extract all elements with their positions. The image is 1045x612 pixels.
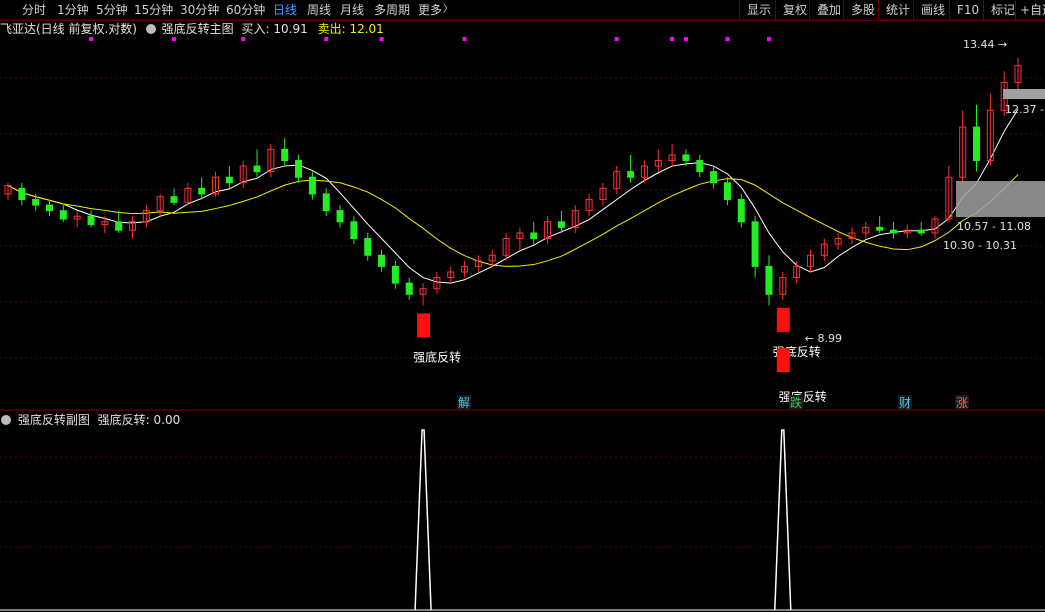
candle-body (682, 154, 690, 161)
price-box (1003, 89, 1045, 99)
candle-body (59, 210, 67, 220)
period-tab-30min[interactable]: 30分钟 (180, 1, 219, 19)
candle-body (308, 176, 316, 195)
main-kline-chart[interactable]: 强底反转强底反转强底反转← 8.9913.44 →12.37 -10.57 - … (0, 21, 1045, 411)
candle-body (198, 187, 206, 195)
period-tab-5min[interactable]: 5分钟 (96, 1, 128, 19)
candle-body (710, 171, 718, 184)
period-tab-15min[interactable]: 15分钟 (134, 1, 173, 19)
candle-body (723, 182, 731, 201)
candle-body (18, 187, 26, 201)
event-dot (766, 37, 771, 41)
candle-body (281, 148, 289, 161)
signal-bar (776, 348, 790, 372)
sub-legend: 强底反转副图 强底反转: 0.00 (0, 412, 180, 428)
ma-line-yellow (7, 174, 1019, 267)
signal-spike (414, 429, 432, 611)
event-dot (614, 37, 619, 41)
candle-body (87, 215, 95, 226)
candle-body (225, 176, 233, 184)
candle-body (530, 232, 538, 240)
candle-body (876, 226, 884, 231)
period-tab-weekly[interactable]: 周线 (307, 1, 331, 19)
signal-bar (417, 313, 431, 338)
event-dot (725, 37, 730, 41)
statistics-button[interactable]: 统计 (878, 0, 910, 20)
candle-body (364, 238, 372, 256)
price-tag: 12.37 - (1005, 103, 1044, 116)
low-price-label: ← 8.99 (805, 332, 842, 345)
candle-body (557, 221, 565, 228)
candle-body (295, 159, 303, 178)
period-tab-fenshi[interactable]: 分时 (22, 1, 46, 19)
event-badge-label: 涨 (956, 395, 968, 410)
signal-bar (776, 307, 790, 332)
add-watchlist-button[interactable]: +自选 (1015, 0, 1045, 20)
sub-value: 0.00 (153, 413, 181, 427)
candle-body (889, 229, 897, 234)
range-label: 10.30 - 10.31 (943, 239, 1017, 252)
event-dot (462, 37, 467, 41)
range-label: 10.57 - 11.08 (957, 220, 1031, 233)
period-tab-multi[interactable]: 多周期 (374, 1, 410, 19)
signal-spike (774, 429, 792, 611)
sub-settings-gear-icon[interactable] (1, 415, 11, 425)
period-tab-1min[interactable]: 1分钟 (57, 1, 89, 19)
candle-body (737, 199, 745, 223)
candle-body (336, 210, 344, 223)
candle-body (322, 193, 330, 212)
event-dot (172, 37, 177, 41)
period-tab-daily[interactable]: 日线 (273, 1, 297, 19)
candle-body (751, 221, 759, 267)
mark-button[interactable]: 标记 (983, 0, 1015, 20)
candle-body (46, 204, 54, 212)
candle-body (972, 126, 980, 161)
candle-body (917, 229, 925, 234)
event-dot (324, 37, 329, 41)
event-dot (670, 37, 675, 41)
candle-body (253, 165, 261, 173)
drawing-button[interactable]: 画线 (913, 0, 945, 20)
event-dot (683, 37, 688, 41)
candle-body (391, 265, 399, 284)
sub-indicator-chart[interactable] (0, 411, 1045, 612)
period-toolbar: 分时 1分钟 5分钟 15分钟 30分钟 60分钟 日线 周线 月线 多周期 更… (0, 0, 1045, 21)
period-tab-60min[interactable]: 60分钟 (226, 1, 265, 19)
event-dot (379, 37, 384, 41)
ma-line-white (7, 108, 1019, 284)
overlay-button[interactable]: 叠加 (809, 0, 841, 20)
event-dot (241, 37, 246, 41)
event-badge-label: 跌 (790, 395, 802, 410)
period-tab-monthly[interactable]: 月线 (340, 1, 364, 19)
event-dot (89, 37, 94, 41)
adjust-button[interactable]: 复权 (775, 0, 807, 20)
event-badge-label: 解 (458, 396, 470, 410)
candle-body (350, 221, 358, 240)
multi-stock-button[interactable]: 多股 (843, 0, 875, 20)
signal-label: 强底反转 (413, 349, 461, 364)
candle-body (32, 199, 40, 206)
candle-body (405, 282, 413, 295)
chevron-right-icon[interactable]: 〉 (443, 1, 453, 19)
candle-body (170, 196, 178, 203)
sub-indicator-name[interactable]: 强底反转副图 (18, 413, 90, 427)
candle-body (696, 159, 704, 173)
event-badge-label: 财 (899, 396, 911, 410)
candle-body (378, 254, 386, 267)
price-box (956, 181, 1045, 217)
candle-body (115, 221, 123, 231)
period-tab-more[interactable]: 更多 (418, 1, 442, 19)
candle-body (765, 265, 773, 295)
f10-button[interactable]: F10 (949, 0, 979, 20)
candle-body (627, 171, 635, 178)
display-button[interactable]: 显示 (739, 0, 771, 20)
sub-value-label: 强底反转: (97, 413, 150, 427)
high-price-label: 13.44 → (963, 38, 1007, 51)
